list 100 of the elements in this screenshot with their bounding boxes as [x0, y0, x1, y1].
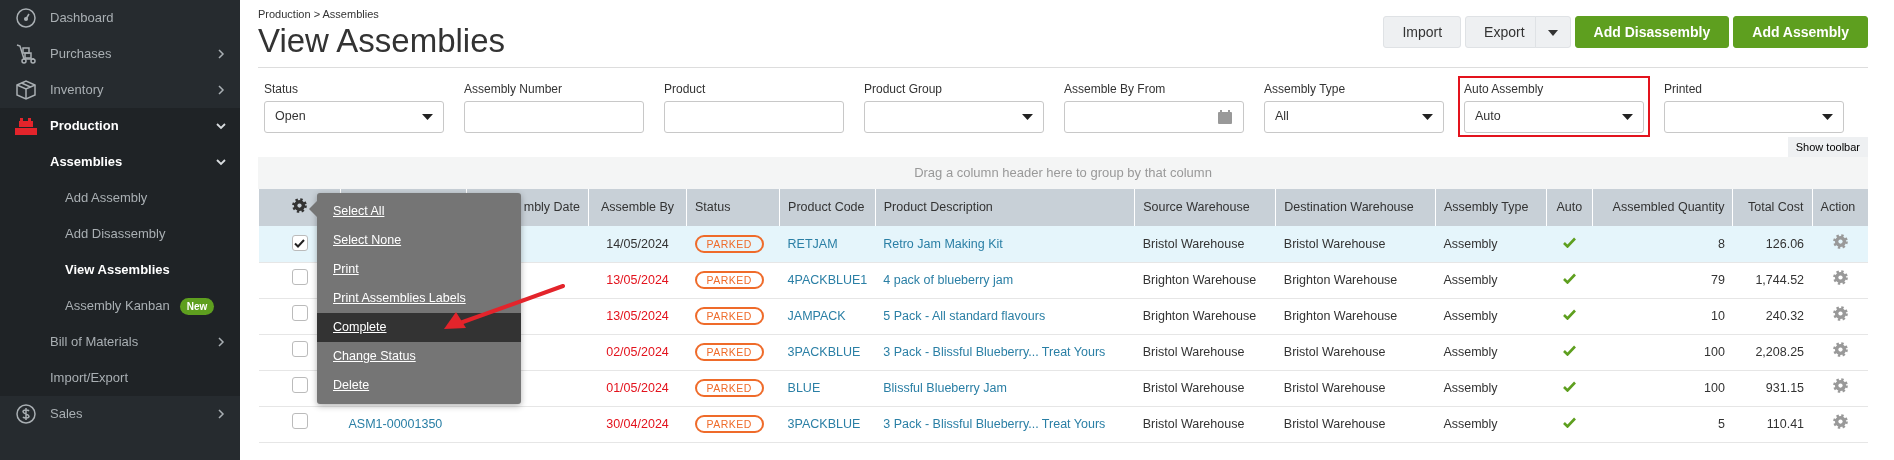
- product-description-link[interactable]: Blissful Blueberry Jam: [883, 380, 1007, 395]
- product-description-link[interactable]: 5 Pack - All standard flavours: [883, 308, 1046, 323]
- caret-icon: [1422, 113, 1433, 120]
- column-header[interactable]: Status: [686, 189, 780, 227]
- checkbox[interactable]: [291, 341, 308, 358]
- table-cell: Bristol Warehouse: [1283, 380, 1386, 395]
- product-description-link[interactable]: 3 Pack - Blissful Blueberry... Treat Yours: [883, 344, 1106, 359]
- date-field[interactable]: [1064, 100, 1244, 133]
- table-cell: 5: [1718, 416, 1725, 431]
- table-cell: 110.41: [1766, 416, 1805, 431]
- dollar-icon: [14, 402, 38, 426]
- menu-item[interactable]: Print Assemblies Labels: [317, 284, 521, 314]
- column-header[interactable]: Action: [1812, 189, 1868, 227]
- product-code-link[interactable]: BLUE: [787, 380, 821, 395]
- checkbox[interactable]: [291, 305, 308, 322]
- product-description-link[interactable]: 3 Pack - Blissful Blueberry... Treat Yours: [883, 416, 1106, 431]
- table-cell: Brighton Warehouse: [1142, 272, 1257, 287]
- box-icon: [14, 78, 38, 102]
- status-badge: PARKED: [694, 306, 764, 325]
- assemble-by-date: 13/05/2024: [606, 308, 669, 323]
- filter-label: Assembly Type: [1264, 80, 1347, 98]
- column-header[interactable]: Product Description: [875, 189, 1135, 227]
- table-cell: Assembly: [1443, 236, 1498, 251]
- table-cell: Bristol Warehouse: [1142, 236, 1245, 251]
- column-header[interactable]: Assembled Quantity: [1592, 189, 1733, 227]
- table-cell: Assembly: [1443, 416, 1498, 431]
- table-cell: 10: [1711, 308, 1725, 323]
- checkbox[interactable]: [291, 269, 308, 286]
- header-button[interactable]: Import: [1383, 16, 1462, 48]
- table-cell: Assembly: [1443, 308, 1498, 323]
- menu-label: Import/Export: [50, 369, 129, 388]
- filter-label: Assemble By From: [1064, 80, 1167, 98]
- sidebar-item[interactable]: View Assemblies: [0, 252, 240, 288]
- sidebar-item[interactable]: Purchases: [0, 36, 240, 72]
- sidebar-item[interactable]: Inventory: [0, 72, 240, 108]
- sidebar-item[interactable]: Import/Export: [0, 360, 240, 396]
- status-badge: PARKED: [694, 378, 764, 397]
- column-header[interactable]: Source Warehouse: [1134, 189, 1276, 227]
- filter-label: Auto Assembly: [1464, 80, 1545, 98]
- product-description-link[interactable]: 4 pack of blueberry jam: [883, 272, 1014, 287]
- select-field[interactable]: Open: [264, 100, 444, 133]
- table-cell: 126.06: [1765, 236, 1805, 251]
- select-field[interactable]: All: [1264, 100, 1444, 133]
- export-button[interactable]: Export: [1465, 16, 1536, 48]
- column-header[interactable]: Product Code: [779, 189, 876, 227]
- column-header[interactable]: Destination Warehouse: [1275, 189, 1436, 227]
- column-header[interactable]: Assembly Type: [1435, 189, 1546, 227]
- column-header[interactable]: Auto: [1546, 189, 1593, 227]
- checkbox[interactable]: [291, 413, 308, 430]
- sidebar-item[interactable]: Add Assembly: [0, 180, 240, 216]
- select-field[interactable]: [1664, 100, 1844, 133]
- sidebar-item[interactable]: Add Disassembly: [0, 216, 240, 252]
- table-cell: 79: [1711, 272, 1725, 287]
- product-description-link[interactable]: Retro Jam Making Kit: [883, 236, 1003, 251]
- menu-item[interactable]: Print: [317, 255, 521, 285]
- column-header[interactable]: Total Cost: [1732, 189, 1813, 227]
- menu-label: Dashboard: [50, 9, 114, 28]
- menu-item[interactable]: Select None: [317, 226, 521, 256]
- filter-label: Product: [664, 80, 707, 98]
- table-cell: 8: [1718, 236, 1725, 251]
- table-cell: Brighton Warehouse: [1283, 272, 1398, 287]
- show-toolbar-button[interactable]: Show toolbar: [1787, 136, 1868, 158]
- menu-label: Production: [50, 117, 119, 136]
- sidebar-item[interactable]: Assemblies: [0, 144, 240, 180]
- menu-item[interactable]: Complete: [317, 313, 521, 343]
- menu-label: Purchases: [50, 45, 112, 64]
- product-code-link[interactable]: 4PACKBLUE1: [787, 272, 868, 287]
- table-cell: 100: [1704, 380, 1725, 395]
- assembly-number-link[interactable]: ASM1-00001350: [348, 416, 443, 431]
- product-code-link[interactable]: JAMPACK: [787, 308, 846, 323]
- select-field[interactable]: [864, 100, 1044, 133]
- table-cell: Brighton Warehouse: [1283, 308, 1398, 323]
- sidebar-item[interactable]: Bill of Materials: [0, 324, 240, 360]
- caret-icon: [1822, 113, 1833, 120]
- select-field[interactable]: Auto: [1464, 100, 1644, 133]
- table-cell: 100: [1704, 344, 1725, 359]
- table-cell: Bristol Warehouse: [1283, 416, 1386, 431]
- settings-icon[interactable]: [291, 197, 308, 215]
- menu-item[interactable]: Change Status: [317, 342, 521, 372]
- filter-label: Product Group: [864, 80, 944, 98]
- sidebar-item[interactable]: Dashboard: [0, 0, 240, 36]
- table-cell: Bristol Warehouse: [1142, 416, 1245, 431]
- caret-icon: [422, 113, 433, 120]
- filter-label: Printed: [1664, 80, 1704, 98]
- menu-label: View Assemblies: [65, 261, 170, 280]
- sidebar-item[interactable]: Production: [0, 108, 240, 144]
- product-code-link[interactable]: 3PACKBLUE: [787, 344, 861, 359]
- checkbox[interactable]: [291, 235, 308, 252]
- input-field[interactable]: [664, 100, 844, 133]
- sidebar-item[interactable]: Assembly Kanban New: [0, 288, 240, 324]
- sidebar-item[interactable]: Sales: [0, 396, 240, 432]
- table-cell: Assembly: [1443, 272, 1498, 287]
- dropdown-toggle[interactable]: [1534, 16, 1571, 48]
- column-header[interactable]: Assemble By: [588, 189, 687, 227]
- hand-truck-icon: [14, 42, 38, 66]
- menu-item[interactable]: Delete: [317, 371, 521, 401]
- checkbox[interactable]: [291, 377, 308, 394]
- product-code-link[interactable]: 3PACKBLUE: [787, 416, 861, 431]
- input-field[interactable]: [464, 100, 644, 133]
- menu-label: Sales: [50, 405, 83, 424]
